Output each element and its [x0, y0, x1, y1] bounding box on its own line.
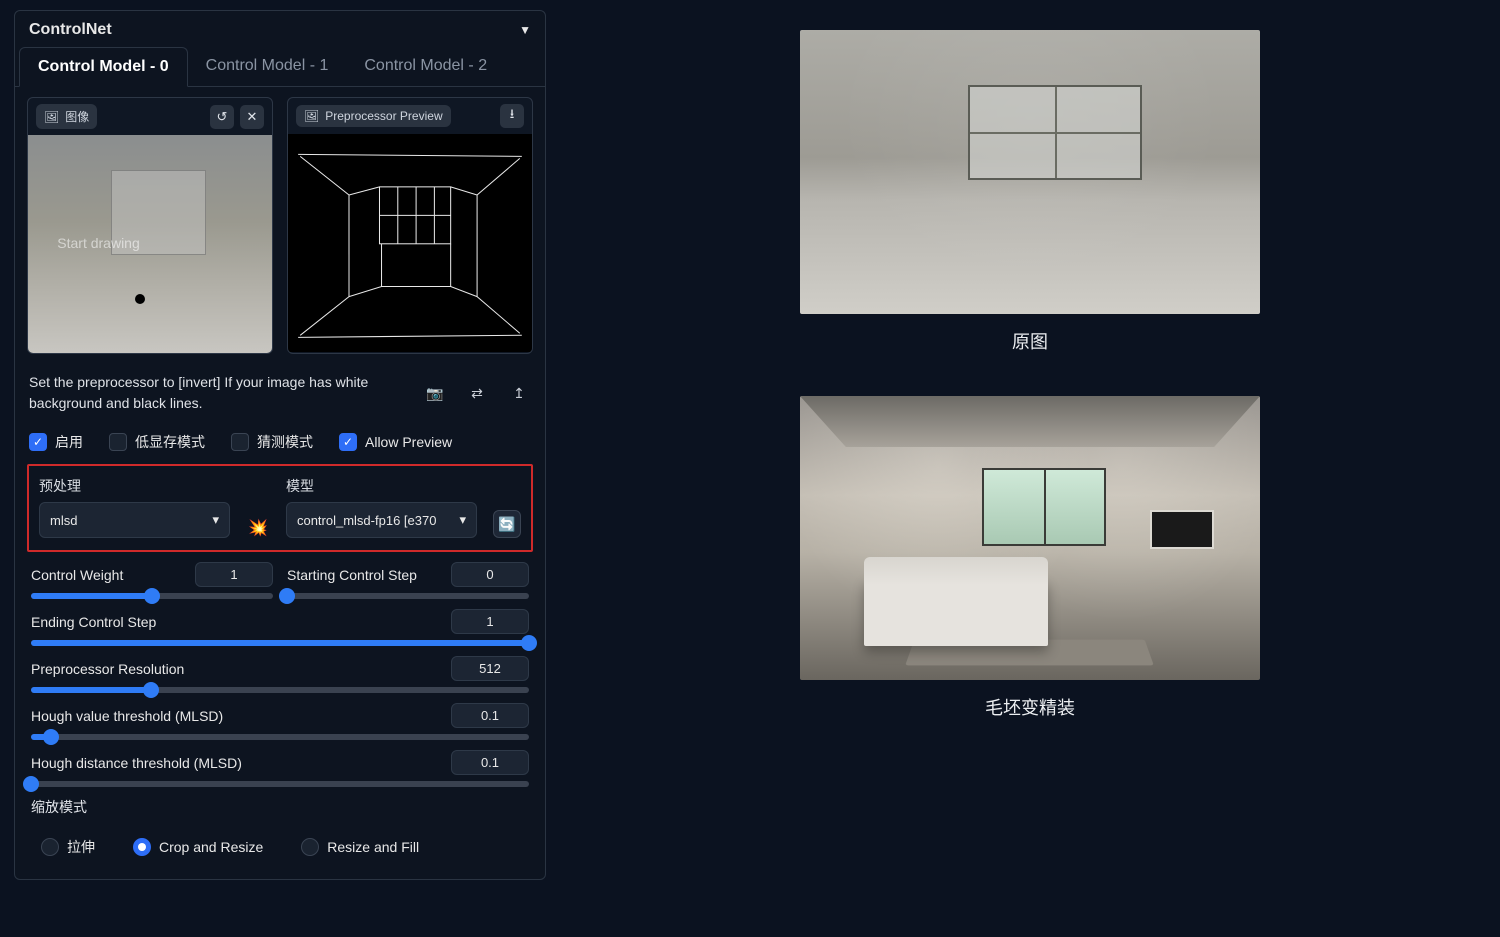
preview-image-box: 🖼 Preprocessor Preview ⭳ — [287, 97, 533, 354]
value-control-weight[interactable]: 1 — [195, 562, 273, 587]
panel-header[interactable]: ControlNet ▼ — [15, 11, 545, 47]
draw-hint: Start drawing — [57, 235, 139, 251]
collapse-icon: ▼ — [519, 23, 531, 37]
hint-text: Set the preprocessor to [invert] If your… — [29, 372, 405, 414]
results-panel: 原图 毛坯变精装 — [560, 0, 1500, 937]
check-icon: ✓ — [339, 433, 357, 451]
radio-crop-resize[interactable]: Crop and Resize — [123, 832, 273, 862]
slider-control-weight[interactable]: Control Weight 1 — [31, 562, 273, 599]
slider-hough-distance[interactable]: Hough distance threshold (MLSD) 0.1 — [31, 750, 529, 787]
slider-preproc-res[interactable]: Preprocessor Resolution 512 — [31, 656, 529, 693]
explosion-icon[interactable]: 💥 — [246, 518, 270, 538]
finished-image — [800, 396, 1260, 680]
image-icon: 🖼 — [44, 110, 59, 124]
preproc-label: 预处理 — [39, 476, 230, 496]
source-image[interactable]: Start drawing — [28, 135, 272, 353]
original-caption: 原图 — [800, 328, 1260, 354]
slider-start-step[interactable]: Starting Control Step 0 — [287, 562, 529, 599]
checkbox-lowvram[interactable]: 低显存模式 — [109, 432, 205, 452]
chevron-down-icon: ▾ — [459, 512, 466, 528]
value-preproc-res[interactable]: 512 — [451, 656, 529, 681]
finished-caption: 毛坯变精装 — [800, 694, 1260, 720]
source-image-box[interactable]: 🖼 图像 ↺ ✕ ✎ Start drawing — [27, 97, 273, 354]
value-hough-distance[interactable]: 0.1 — [451, 750, 529, 775]
panel-title: ControlNet — [29, 21, 112, 39]
check-icon: ✓ — [29, 433, 47, 451]
checkbox-enable[interactable]: ✓ 启用 — [29, 432, 83, 452]
resize-mode-label: 缩放模式 — [31, 797, 529, 817]
original-image — [800, 30, 1260, 314]
model-label: 模型 — [286, 476, 477, 496]
swap-icon[interactable]: ⇄ — [465, 383, 489, 403]
slider-hough-value[interactable]: Hough value threshold (MLSD) 0.1 — [31, 703, 529, 740]
close-icon[interactable]: ✕ — [240, 105, 264, 129]
radio-resize-fill[interactable]: Resize and Fill — [291, 832, 429, 862]
value-hough-value[interactable]: 0.1 — [451, 703, 529, 728]
tab-model-0[interactable]: Control Model - 0 — [19, 47, 188, 87]
chevron-down-icon: ▾ — [213, 512, 220, 528]
image-label-pill: 🖼 图像 — [36, 104, 97, 129]
radio-stretch[interactable]: 拉伸 — [31, 831, 105, 863]
value-start-step[interactable]: 0 — [451, 562, 529, 587]
camera-icon[interactable]: 📷 — [423, 383, 447, 403]
image-icon: 🖼 — [304, 109, 319, 123]
send-up-icon[interactable]: ↥ — [507, 383, 531, 403]
preview-image — [288, 134, 532, 352]
download-icon[interactable]: ⭳ — [500, 104, 524, 128]
tab-model-1[interactable]: Control Model - 1 — [188, 47, 347, 86]
refresh-model-button[interactable]: 🔄 — [493, 510, 521, 538]
highlighted-preproc-section: 预处理 mlsd ▾ 💥 模型 control_mlsd-fp16 [e370 … — [27, 464, 533, 552]
checkbox-allow-preview[interactable]: ✓ Allow Preview — [339, 433, 452, 451]
undo-icon[interactable]: ↺ — [210, 105, 234, 129]
value-end-step[interactable]: 1 — [451, 609, 529, 634]
preview-label-pill: 🖼 Preprocessor Preview — [296, 105, 451, 127]
model-select[interactable]: control_mlsd-fp16 [e370 ▾ — [286, 502, 477, 538]
slider-end-step[interactable]: Ending Control Step 1 — [31, 609, 529, 646]
tabs: Control Model - 0 Control Model - 1 Cont… — [15, 47, 545, 87]
preproc-select[interactable]: mlsd ▾ — [39, 502, 230, 538]
tab-model-2[interactable]: Control Model - 2 — [346, 47, 505, 86]
checkbox-guess[interactable]: 猜测模式 — [231, 432, 313, 452]
